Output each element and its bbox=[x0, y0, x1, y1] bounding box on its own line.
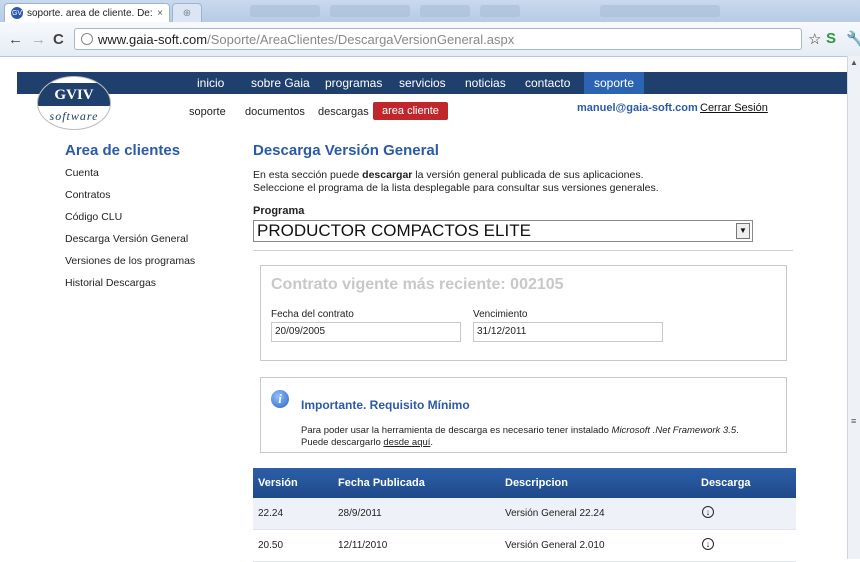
subnav-soporte[interactable]: soporte bbox=[189, 106, 226, 118]
cell-version: 20.50 bbox=[258, 540, 284, 551]
download-framework-link[interactable]: desde aquí bbox=[383, 437, 430, 448]
program-select-value: PRODUCTOR COMPACTOS ELITE bbox=[257, 221, 531, 240]
column-header-descripcion: Descripcion bbox=[505, 477, 568, 489]
blurred-bookmark bbox=[420, 5, 470, 17]
requirement-text-pre: Para poder usar la herramienta de descar… bbox=[301, 425, 612, 436]
blurred-bookmark bbox=[480, 5, 520, 17]
cell-version: 22.24 bbox=[258, 508, 284, 519]
column-header-descarga: Descarga bbox=[701, 477, 751, 489]
nav-programas[interactable]: programas bbox=[325, 76, 382, 90]
contract-date-label: Fecha del contrato bbox=[271, 309, 354, 320]
browser-toolbar: ← → C www.gaia-soft.com /Soporte/AreaCli… bbox=[0, 22, 860, 57]
subnav-descargas[interactable]: descargas bbox=[318, 106, 369, 118]
extension-icon[interactable]: S bbox=[826, 30, 836, 47]
url-path: /Soporte/AreaClientes/DescargaVersionGen… bbox=[207, 31, 515, 47]
sidebar: Area de clientes Cuenta Contratos Código… bbox=[65, 142, 235, 299]
reload-icon[interactable]: C bbox=[53, 31, 64, 48]
main-content: Descarga Versión General En esta sección… bbox=[253, 142, 798, 251]
back-arrow-icon[interactable]: ← bbox=[8, 31, 23, 48]
logo-text-bottom: software bbox=[49, 108, 99, 123]
cell-descripcion: Versión General 22.24 bbox=[505, 508, 605, 519]
column-header-fecha: Fecha Publicada bbox=[338, 477, 425, 489]
intro-text-post: la versión general publicada de sus apli… bbox=[412, 169, 644, 181]
scroll-thumb-grip-icon[interactable]: ≡ bbox=[851, 416, 856, 426]
contract-panel: Contrato vigente más reciente: 002105 Fe… bbox=[260, 265, 787, 361]
top-navigation: inicio sobre Gaia programas servicios no… bbox=[17, 72, 847, 94]
nav-inicio[interactable]: inicio bbox=[197, 76, 224, 90]
requirement-text-post: . bbox=[736, 425, 739, 436]
blurred-bookmark bbox=[330, 5, 410, 17]
intro-text: En esta sección puede descargar la versi… bbox=[253, 169, 798, 195]
program-label: Programa bbox=[253, 205, 305, 217]
address-bar[interactable]: www.gaia-soft.com /Soporte/AreaClientes/… bbox=[74, 28, 802, 50]
new-tab-icon: ⊕ bbox=[182, 7, 192, 19]
subnav-area-cliente[interactable]: area cliente bbox=[373, 102, 448, 120]
logo-text-top: GVIV bbox=[38, 82, 110, 106]
column-header-version: Versión bbox=[258, 477, 298, 489]
scroll-up-icon[interactable]: ▲ bbox=[850, 58, 858, 67]
program-select[interactable]: PRODUCTOR COMPACTOS ELITE ▼ bbox=[253, 220, 753, 242]
sidebar-item-codigo-clu[interactable]: Código CLU bbox=[65, 211, 235, 223]
sidebar-item-versiones-programas[interactable]: Versiones de los programas bbox=[65, 255, 235, 267]
sidebar-item-descarga-version-general[interactable]: Descarga Versión General bbox=[65, 233, 235, 245]
download-icon[interactable]: ↓ bbox=[702, 538, 714, 550]
cell-fecha: 12/11/2010 bbox=[338, 540, 388, 551]
intro-text-pre: En esta sección puede bbox=[253, 169, 363, 181]
nav-noticias[interactable]: noticias bbox=[465, 76, 506, 90]
cell-fecha: 28/9/2011 bbox=[338, 508, 382, 519]
expiry-field[interactable]: 31/12/2011 bbox=[473, 322, 663, 342]
expiry-label: Vencimiento bbox=[473, 309, 528, 320]
blurred-bookmark bbox=[600, 5, 720, 17]
table-header: Versión Fecha Publicada Descripcion Desc… bbox=[253, 468, 796, 498]
contract-date-field[interactable]: 20/09/2005 bbox=[271, 322, 461, 342]
sidebar-item-contratos[interactable]: Contratos bbox=[65, 189, 235, 201]
intro-text-bold: descargar bbox=[362, 169, 413, 181]
divider bbox=[253, 250, 793, 251]
page-title: Descarga Versión General bbox=[253, 142, 439, 159]
logout-link[interactable]: Cerrar Sesión bbox=[700, 102, 768, 114]
nav-servicios[interactable]: servicios bbox=[399, 76, 446, 90]
globe-icon bbox=[81, 33, 93, 45]
browser-tab-strip: GV soporte. area de cliente. De: × ⊕ bbox=[0, 0, 860, 23]
chevron-down-icon[interactable]: ▼ bbox=[736, 223, 750, 239]
url-host: www.gaia-soft.com bbox=[98, 31, 208, 47]
requirement-text-line2-post: . bbox=[430, 437, 434, 448]
tab-title: soporte. area de cliente. De: bbox=[27, 7, 153, 19]
intro-text-line2: Seleccione el programa de la lista despl… bbox=[253, 182, 659, 194]
gaia-software-logo[interactable]: GVIV software bbox=[37, 76, 111, 130]
close-icon[interactable]: × bbox=[157, 8, 163, 19]
new-tab-button[interactable]: ⊕ bbox=[172, 3, 202, 22]
user-email: manuel@gaia-soft.com bbox=[577, 102, 698, 114]
wrench-icon[interactable]: 🔧 bbox=[846, 30, 860, 48]
requirement-text-italic: Microsoft .Net Framework 3.5 bbox=[611, 425, 737, 436]
forward-arrow-icon[interactable]: → bbox=[31, 31, 46, 48]
star-icon[interactable]: ☆ bbox=[808, 30, 821, 48]
cell-descripcion: Versión General 2.010 bbox=[505, 540, 605, 551]
site-page: inicio sobre Gaia programas servicios no… bbox=[17, 70, 847, 562]
nav-sobre-gaia[interactable]: sobre Gaia bbox=[251, 76, 310, 90]
page-scrollbar[interactable]: ▲ ≡ bbox=[847, 56, 860, 559]
download-icon[interactable]: ↓ bbox=[702, 506, 714, 518]
browser-tab-active[interactable]: GV soporte. area de cliente. De: × bbox=[4, 3, 170, 22]
contract-title: Contrato vigente más reciente: 002105 bbox=[271, 276, 564, 293]
requirement-text-line2-pre: Puede descargarlo bbox=[301, 437, 384, 448]
subnav-documentos[interactable]: documentos bbox=[245, 106, 305, 118]
site-favicon-icon: GV bbox=[11, 7, 23, 19]
nav-soporte[interactable]: soporte bbox=[584, 72, 645, 94]
blurred-bookmark bbox=[250, 5, 320, 17]
table-row: 20.50 12/11/2010 Versión General 2.010 ↓ bbox=[253, 530, 796, 562]
info-icon: i bbox=[271, 390, 289, 408]
table-row: 22.24 28/9/2011 Versión General 22.24 ↓ bbox=[253, 498, 796, 530]
sidebar-item-historial-descargas[interactable]: Historial Descargas bbox=[65, 277, 235, 289]
requirement-text: Para poder usar la herramienta de descar… bbox=[301, 425, 791, 449]
site-header: inicio sobre Gaia programas servicios no… bbox=[17, 70, 847, 130]
nav-contacto[interactable]: contacto bbox=[525, 76, 570, 90]
requirement-panel: i Importante. Requisito Mínimo Para pode… bbox=[260, 377, 787, 453]
sidebar-item-cuenta[interactable]: Cuenta bbox=[65, 167, 235, 179]
requirement-title: Importante. Requisito Mínimo bbox=[301, 398, 470, 412]
sidebar-title: Area de clientes bbox=[65, 142, 181, 159]
versions-table: Versión Fecha Publicada Descripcion Desc… bbox=[253, 468, 796, 562]
